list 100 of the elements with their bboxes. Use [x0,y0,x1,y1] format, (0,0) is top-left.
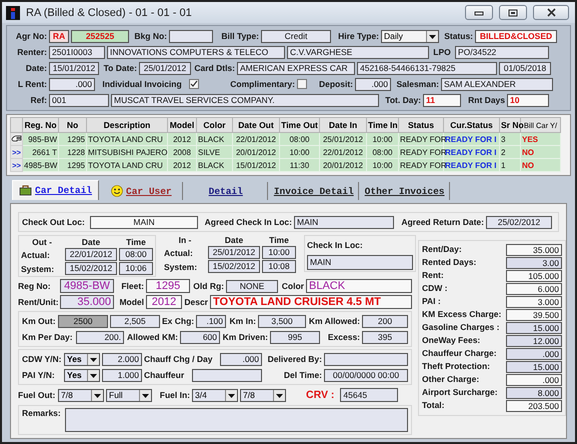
text-field[interactable]: 25/01/2012 [139,62,191,74]
dropdown[interactable]: Yes [64,368,100,382]
text-field[interactable]: 10:06 [119,262,153,275]
checkbox[interactable] [297,79,307,89]
text-field[interactable]: 395 [362,330,408,344]
column-header[interactable]: Cur.Status [444,118,500,132]
column-header[interactable]: Time Out [280,118,320,132]
text-field[interactable]: 105.000 [506,270,562,282]
text-field[interactable]: 08:00 [119,248,153,261]
text-field[interactable]: 15.000 [506,361,562,373]
text-field[interactable]: 200 [362,314,408,328]
dropdown[interactable]: 7/8 [240,388,286,402]
text-field[interactable]: 8.000 [506,387,562,399]
text-field[interactable]: 4985-BW [60,279,114,293]
text-field[interactable]: 2012 [146,295,182,309]
field-label: Bkg No: [133,31,167,41]
tab[interactable]: Other Invoices [360,182,450,200]
tab[interactable]: Car Detail [12,180,100,200]
column-header[interactable]: Time In [366,118,398,132]
text-field[interactable]: 25/02/2012 [486,216,552,228]
text-field[interactable]: SAM ALEXANDER [441,78,553,90]
column-header[interactable]: Color [196,118,232,132]
text-field[interactable]: C.V.VARGHESE [287,46,429,58]
text-field[interactable]: 00/00/0000 00:00 [324,368,408,382]
text-field[interactable]: NONE [226,280,278,292]
text-field[interactable]: 01/05/2018 [499,62,551,74]
column-header[interactable]: Date Out [232,118,280,132]
text-field[interactable]: 10:00 [262,246,296,259]
text-field[interactable]: RA [49,30,69,42]
text-field[interactable]: AMERICAN EXPRESS CAR [237,62,355,74]
text-field[interactable]: PO/34522 [455,46,549,58]
column-header[interactable]: Status [398,118,444,132]
tab[interactable]: Detail [184,182,268,200]
text-field[interactable]: MAIN [90,216,198,228]
dropdown[interactable]: Full [106,388,152,402]
column-header[interactable]: Description [86,118,168,132]
column-header[interactable]: Model [168,118,196,132]
text-field[interactable]: MAIN [294,216,394,228]
text-field[interactable]: .100 [196,314,226,328]
text-field[interactable]: 1295 [146,279,190,293]
text-field[interactable]: .000 [49,78,95,90]
text-field[interactable]: 995 [270,330,320,344]
text-field[interactable] [65,408,408,432]
text-field[interactable]: 2501I0003 [49,46,105,58]
text-field[interactable]: 252525 [71,30,129,42]
text-field[interactable]: BLACK [306,279,412,293]
column-header[interactable]: No [58,118,86,132]
text-field[interactable]: .000 [506,348,562,360]
text-field[interactable]: 22/01/2012 [65,248,117,261]
text-field[interactable]: 1.000 [102,368,142,382]
column-header[interactable]: Date In [320,118,366,132]
text-field[interactable]: 45645 [340,388,398,402]
text-field[interactable]: MUSCAT TRAVEL SERVICES COMPANY. [111,94,379,106]
text-field[interactable]: MAIN [307,255,413,270]
text-field[interactable]: 001 [49,94,109,106]
text-field[interactable]: 10:08 [262,260,296,273]
text-field[interactable]: 11 [423,94,461,106]
text-field[interactable] [192,368,262,382]
dropdown[interactable]: Daily [381,30,439,42]
text-field[interactable]: .000 [506,374,562,386]
text-field[interactable]: 6.000 [506,283,562,295]
text-field[interactable] [324,352,408,366]
text-field[interactable]: 3.00 [506,257,562,269]
text-field[interactable]: 15/02/2012 [208,260,260,273]
text-field[interactable]: 200. [76,330,124,344]
text-field[interactable]: 15/02/2012 [65,262,117,275]
dropdown[interactable]: Yes [64,352,100,366]
column-header[interactable]: Reg. No [22,118,58,132]
text-field[interactable]: 15.000 [506,322,562,334]
checkbox[interactable] [189,79,199,89]
text-field[interactable]: .000 [220,352,262,366]
text-field[interactable]: 39.500 [506,309,562,321]
text-field[interactable]: 3.000 [506,296,562,308]
text-field[interactable]: 25/01/2012 [208,246,260,259]
text-field[interactable]: 12.000 [506,335,562,347]
dropdown[interactable]: 7/8 [58,388,104,402]
text-field[interactable]: 15/01/2012 [49,62,99,74]
text-field[interactable]: 35.000 [60,295,114,309]
tab[interactable]: Invoice Detail [270,182,359,200]
text-field[interactable] [169,30,213,42]
text-field[interactable]: Credit [261,30,331,42]
text-field[interactable]: 35.000 [506,244,562,256]
text-field[interactable]: 600 [180,330,220,344]
text-field[interactable]: 452168-54466131-79825 [357,62,497,74]
text-field[interactable]: 203.500 [506,400,562,412]
text-field[interactable]: 10 [507,94,549,106]
text-field[interactable]: INNOVATIONS COMPUTERS & TELECO [107,46,285,58]
dropdown[interactable]: 3/4 [192,388,238,402]
text-field[interactable]: TOYOTA LAND CRUISER 4.5 MT [210,295,412,309]
text-field[interactable]: 3,500 [258,314,306,328]
tab[interactable]: Car User [101,182,183,200]
minimize-button[interactable] [465,5,493,20]
text-field[interactable]: 2.000 [102,352,142,366]
text-field[interactable]: 2500 [58,314,108,328]
text-field[interactable]: BILLED&CLOSED [475,30,557,42]
close-button[interactable] [533,5,569,20]
maximize-button[interactable] [499,5,527,20]
text-field[interactable]: 2,505 [110,314,160,328]
text-field[interactable]: .000 [355,78,391,90]
row-header[interactable] [10,132,22,146]
